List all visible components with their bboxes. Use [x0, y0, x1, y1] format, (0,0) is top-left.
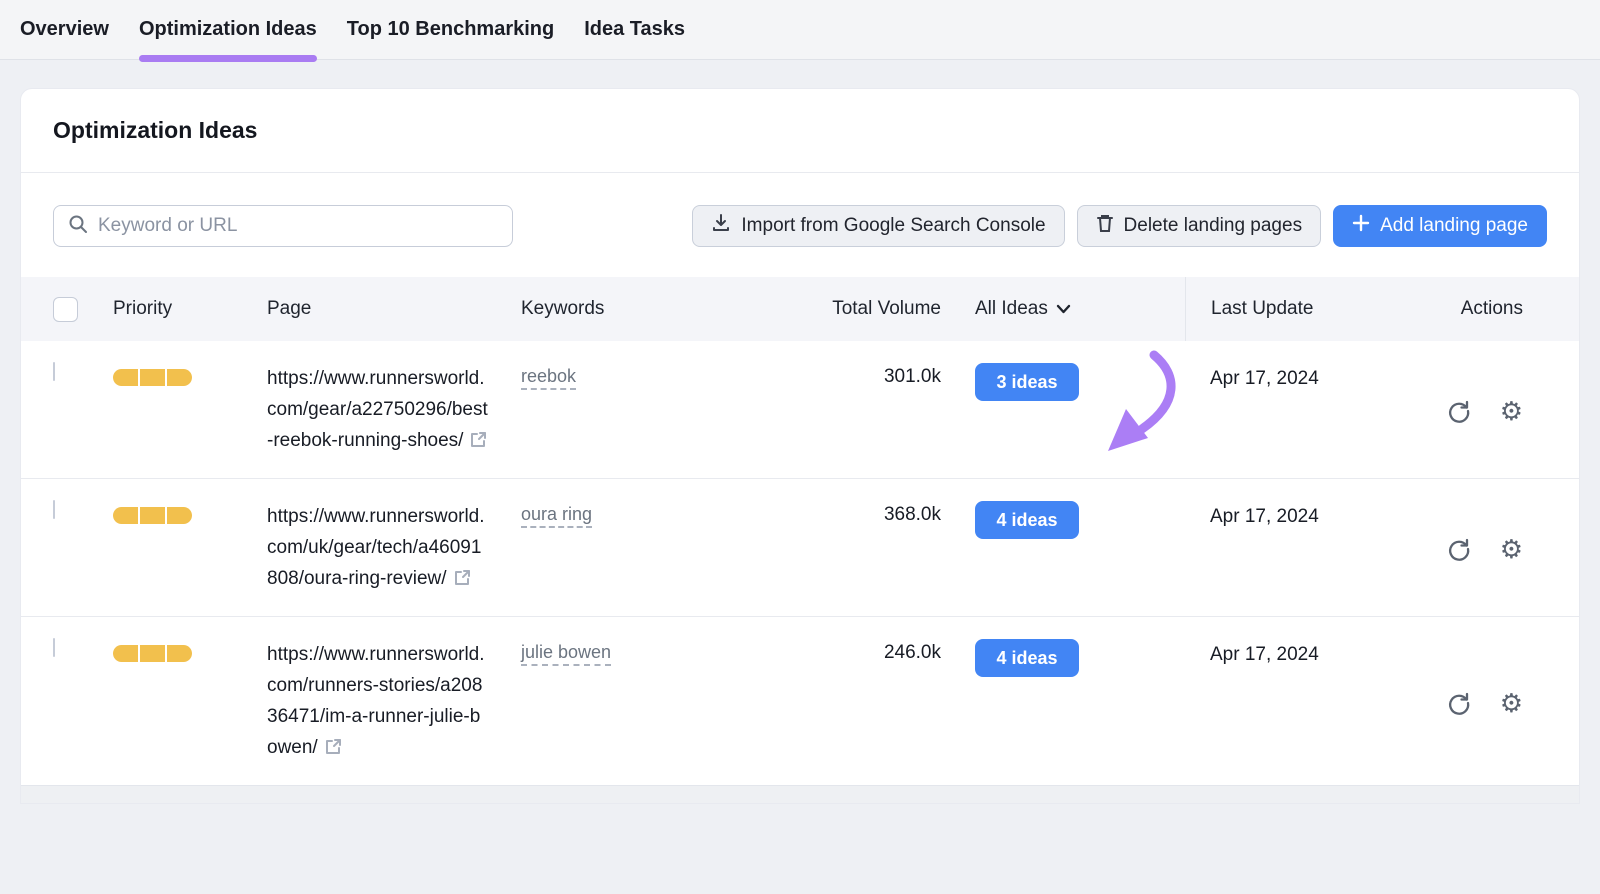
settings-gear-icon[interactable]: ⚙ — [1500, 690, 1523, 716]
row-actions: ⚙ — [1395, 398, 1531, 424]
delete-landing-pages-button[interactable]: Delete landing pages — [1076, 205, 1322, 247]
active-tab-underline — [138, 54, 317, 62]
external-link-icon[interactable] — [453, 566, 471, 597]
import-gsc-button[interactable]: Import from Google Search Console — [692, 205, 1065, 247]
page-url: https://www.runnersworld.com/gear/a22750… — [267, 368, 488, 451]
refresh-icon[interactable] — [1446, 398, 1472, 424]
column-header-page: Page — [267, 298, 312, 319]
tab-optimization-ideas[interactable]: Optimization Ideas — [138, 0, 317, 62]
page-url-cell: https://www.runnersworld.com/uk/gear/tec… — [267, 501, 489, 597]
priority-segment — [140, 369, 165, 386]
column-header-total-volume: Total Volume — [832, 298, 941, 319]
download-icon — [711, 213, 731, 239]
priority-segment — [113, 369, 138, 386]
total-volume-value: 301.0k — [883, 366, 941, 387]
table-row: https://www.runnersworld.com/uk/gear/tec… — [21, 478, 1579, 616]
refresh-icon[interactable] — [1446, 690, 1472, 716]
table-header-row: Priority Page Keywords Total Volume All … — [21, 277, 1579, 341]
tab-label: Idea Tasks — [584, 18, 686, 40]
refresh-icon[interactable] — [1446, 536, 1472, 562]
row-checkbox[interactable] — [53, 638, 55, 657]
tab-bar: Overview Optimization Ideas Top 10 Bench… — [0, 0, 1600, 62]
search-input[interactable] — [98, 215, 498, 237]
row-actions: ⚙ — [1395, 536, 1531, 562]
table-row: https://www.runnersworld.com/runners-sto… — [21, 616, 1579, 785]
tab-overview[interactable]: Overview — [20, 0, 109, 60]
priority-segment — [167, 369, 192, 386]
row-actions: ⚙ — [1395, 690, 1531, 716]
ideas-filter-dropdown[interactable]: All Ideas — [941, 298, 1185, 320]
card-header: Optimization Ideas — [21, 89, 1579, 173]
table-row: https://www.runnersworld.com/gear/a22750… — [21, 341, 1579, 478]
import-gsc-label: Import from Google Search Console — [741, 215, 1046, 236]
settings-gear-icon[interactable]: ⚙ — [1500, 536, 1523, 562]
tab-label: Top 10 Benchmarking — [346, 18, 555, 40]
ideas-button[interactable]: 3 ideas — [975, 363, 1079, 401]
total-volume-value: 246.0k — [883, 642, 941, 663]
row-checkbox[interactable] — [53, 500, 55, 519]
total-volume-value: 368.0k — [883, 504, 941, 525]
add-landing-page-button[interactable]: Add landing page — [1333, 205, 1547, 247]
tab-idea-tasks[interactable]: Idea Tasks — [584, 0, 685, 60]
page-url: https://www.runnersworld.com/runners-sto… — [267, 644, 485, 758]
card-bottom-strip — [21, 785, 1579, 803]
priority-segment — [113, 507, 138, 524]
column-header-last-update: Last Update — [1185, 277, 1395, 341]
last-update-date: Apr 17, 2024 — [1210, 506, 1319, 527]
page-url-cell: https://www.runnersworld.com/gear/a22750… — [267, 363, 489, 459]
last-update-date: Apr 17, 2024 — [1210, 644, 1319, 665]
priority-segment — [113, 645, 138, 662]
tab-label: Optimization Ideas — [138, 18, 317, 40]
optimization-ideas-card: Optimization Ideas Import from Google Se… — [20, 88, 1580, 804]
ideas-button[interactable]: 4 ideas — [975, 639, 1079, 677]
external-link-icon[interactable] — [324, 735, 342, 766]
tab-top-10-benchmarking[interactable]: Top 10 Benchmarking — [347, 0, 554, 60]
priority-segment — [167, 645, 192, 662]
tab-label: Overview — [20, 18, 109, 40]
page-url-cell: https://www.runnersworld.com/runners-sto… — [267, 639, 489, 766]
trash-icon — [1096, 213, 1114, 239]
ideas-filter-label: All Ideas — [975, 298, 1048, 319]
last-update-date: Apr 17, 2024 — [1210, 368, 1319, 389]
priority-segment — [167, 507, 192, 524]
keyword-link[interactable]: reebok — [521, 366, 577, 390]
column-header-priority: Priority — [113, 298, 173, 319]
settings-gear-icon[interactable]: ⚙ — [1500, 398, 1523, 424]
priority-segment — [140, 645, 165, 662]
add-landing-page-label: Add landing page — [1380, 215, 1528, 236]
search-icon — [68, 214, 88, 239]
row-checkbox[interactable] — [53, 362, 55, 381]
toolbar: Import from Google Search Console Delete… — [21, 173, 1579, 277]
ideas-button[interactable]: 4 ideas — [975, 501, 1079, 539]
chevron-down-icon — [1056, 298, 1071, 320]
column-header-keywords: Keywords — [521, 298, 605, 319]
page-title: Optimization Ideas — [53, 117, 258, 143]
column-header-actions: Actions — [1460, 298, 1523, 319]
priority-indicator — [113, 645, 267, 662]
delete-landing-pages-label: Delete landing pages — [1123, 215, 1303, 236]
select-all-checkbox[interactable] — [53, 296, 78, 322]
keyword-link[interactable]: oura ring — [521, 504, 593, 528]
priority-indicator — [113, 507, 267, 524]
priority-segment — [140, 507, 165, 524]
keyword-link[interactable]: julie bowen — [521, 642, 612, 666]
table-body: https://www.runnersworld.com/gear/a22750… — [21, 341, 1579, 785]
external-link-icon[interactable] — [469, 428, 487, 459]
search-box[interactable] — [53, 205, 513, 247]
priority-indicator — [113, 369, 267, 386]
plus-icon — [1352, 214, 1370, 238]
